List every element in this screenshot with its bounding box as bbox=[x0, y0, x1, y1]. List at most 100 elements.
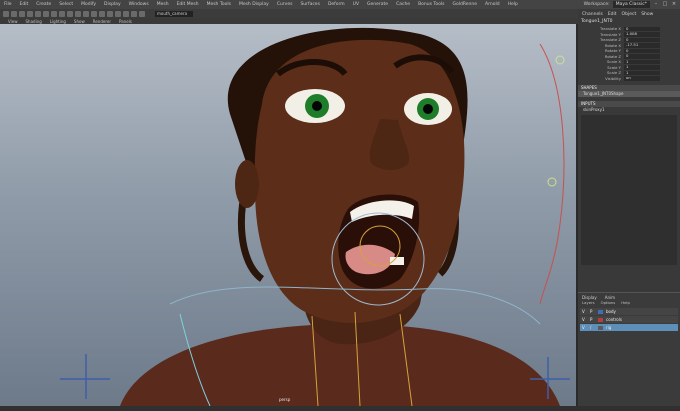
main-menubar: File Edit Create Select Modify Display W… bbox=[0, 0, 680, 9]
isolate-icon[interactable] bbox=[115, 10, 121, 17]
attr-value[interactable]: 0 bbox=[624, 48, 660, 53]
layer-menu-help[interactable]: Help bbox=[621, 300, 630, 307]
menu-mesh-tools[interactable]: Mesh Tools bbox=[207, 2, 231, 7]
layer-menu-layers[interactable]: Layers bbox=[582, 300, 595, 307]
attr-value[interactable]: -17.51 bbox=[624, 42, 660, 48]
layer-color-swatch[interactable] bbox=[598, 309, 603, 314]
attr-value[interactable]: on bbox=[624, 75, 660, 81]
playback-toggle[interactable]: P bbox=[590, 317, 595, 322]
shadow-icon[interactable] bbox=[99, 10, 105, 17]
rotate-tool-icon[interactable] bbox=[35, 10, 41, 17]
menu-mesh-display[interactable]: Mesh Display bbox=[239, 2, 269, 7]
attr-name: Rotate Z bbox=[604, 53, 621, 59]
scale-tool-icon[interactable] bbox=[43, 10, 49, 17]
locator-1 bbox=[555, 55, 565, 65]
shapes-item[interactable]: Tongue1_JNT0Shape bbox=[578, 91, 680, 97]
visibility-toggle[interactable]: V bbox=[582, 309, 587, 314]
menu-uv[interactable]: UV bbox=[353, 2, 359, 7]
menu-file[interactable]: File bbox=[4, 2, 12, 7]
panel-menu-panels[interactable]: Panels bbox=[119, 19, 132, 24]
menu-curves[interactable]: Curves bbox=[277, 2, 293, 7]
xray-icon[interactable] bbox=[107, 10, 113, 17]
red-curve bbox=[539, 43, 565, 305]
panel-menu-renderer[interactable]: Renderer bbox=[93, 19, 111, 24]
camera-field[interactable]: mouth_camera bbox=[155, 10, 193, 17]
move-tool-icon[interactable] bbox=[27, 10, 33, 17]
lasso-tool-icon[interactable] bbox=[11, 10, 17, 17]
window-controls: – □ × bbox=[653, 1, 677, 7]
attr-name: Scale Y bbox=[607, 64, 621, 70]
tab-channels[interactable]: Channels bbox=[582, 12, 603, 19]
menu-edit-mesh[interactable]: Edit Mesh bbox=[177, 2, 199, 7]
layer-row-body[interactable]: V P body bbox=[580, 308, 678, 315]
menu-select[interactable]: Select bbox=[59, 2, 73, 7]
attr-name: Visibility bbox=[605, 75, 621, 81]
layer-editor-tabs: Display Anim bbox=[578, 293, 680, 300]
texture-icon[interactable] bbox=[83, 10, 89, 17]
camera-icon[interactable] bbox=[51, 10, 57, 17]
layer-name: rig bbox=[606, 325, 612, 330]
layer-row-rig[interactable]: V / rig bbox=[580, 324, 678, 331]
minimize-icon[interactable]: – bbox=[653, 1, 659, 7]
wireframe-icon[interactable] bbox=[67, 10, 73, 17]
menu-edit[interactable]: Edit bbox=[20, 2, 29, 7]
panel-menu-view[interactable]: View bbox=[8, 19, 18, 24]
inputs-item[interactable]: skinProxy1 bbox=[578, 107, 680, 113]
close-icon[interactable]: × bbox=[671, 1, 677, 7]
grid-icon[interactable] bbox=[59, 10, 65, 17]
attr-value[interactable]: 1 bbox=[624, 59, 660, 64]
visibility-toggle[interactable]: V bbox=[582, 325, 587, 330]
menu-display[interactable]: Display bbox=[104, 2, 121, 7]
menu-surfaces[interactable]: Surfaces bbox=[300, 2, 320, 7]
layer-name: controls bbox=[606, 317, 622, 322]
visibility-toggle[interactable]: V bbox=[582, 317, 587, 322]
pupil-left bbox=[312, 101, 322, 111]
hud-icon[interactable] bbox=[139, 10, 145, 17]
panel-menu-show[interactable]: Show bbox=[74, 19, 85, 24]
layer-color-swatch[interactable] bbox=[598, 317, 603, 322]
workspace-dropdown[interactable]: Maya Classic* bbox=[612, 1, 650, 8]
select-tool-icon[interactable] bbox=[3, 10, 9, 17]
menu-mesh[interactable]: Mesh bbox=[157, 2, 169, 7]
menu-cache[interactable]: Cache bbox=[396, 2, 410, 7]
attr-name: Scale Z bbox=[606, 70, 621, 76]
menu-deform[interactable]: Deform bbox=[328, 2, 345, 7]
maximize-icon[interactable]: □ bbox=[662, 1, 668, 7]
playback-toggle[interactable]: / bbox=[590, 325, 595, 330]
layer-menu-options[interactable]: Options bbox=[601, 300, 616, 307]
lower-tooth bbox=[390, 257, 404, 265]
safe-frame-icon[interactable] bbox=[131, 10, 137, 17]
attr-name: Scale X bbox=[606, 59, 621, 65]
panel-menu-shading[interactable]: Shading bbox=[26, 19, 42, 24]
workspace-label: Workspace: bbox=[583, 2, 610, 7]
channel-box-tabs: Channels Edit Object Show bbox=[578, 9, 680, 19]
tab-show[interactable]: Show bbox=[641, 12, 653, 19]
3d-viewport[interactable]: persp bbox=[0, 24, 576, 406]
attr-value[interactable]: 1.008 bbox=[624, 31, 660, 37]
menu-create[interactable]: Create bbox=[36, 2, 51, 7]
attr-value[interactable]: 1 bbox=[624, 64, 660, 70]
layer-color-swatch[interactable] bbox=[598, 325, 603, 330]
layer-name: body bbox=[606, 309, 616, 314]
workspace-selector: Workspace: Maya Classic* bbox=[584, 1, 650, 8]
tab-object[interactable]: Object bbox=[622, 12, 637, 19]
menu-arnold[interactable]: Arnold bbox=[485, 2, 500, 7]
menu-help[interactable]: Help bbox=[508, 2, 518, 7]
attr-value[interactable]: 0 bbox=[624, 53, 660, 59]
panel-menu-lighting[interactable]: Lighting bbox=[50, 19, 66, 24]
tab-edit[interactable]: Edit bbox=[608, 12, 617, 19]
menu-bonus-tools[interactable]: Bonus Tools bbox=[418, 2, 444, 7]
layer-row-controls[interactable]: V P controls bbox=[580, 316, 678, 323]
pupil-right bbox=[423, 104, 433, 114]
paint-tool-icon[interactable] bbox=[19, 10, 25, 17]
playback-toggle[interactable]: P bbox=[590, 309, 595, 314]
menu-modify[interactable]: Modify bbox=[81, 2, 96, 7]
bottom-status-strip bbox=[0, 406, 680, 411]
menu-generate[interactable]: Generate bbox=[367, 2, 388, 7]
menu-windows[interactable]: Windows bbox=[129, 2, 149, 7]
menu-goldrenne[interactable]: GoldRenne bbox=[452, 2, 477, 7]
smooth-shade-icon[interactable] bbox=[75, 10, 81, 17]
resolution-gate-icon[interactable] bbox=[123, 10, 129, 17]
channel-box-empty-area bbox=[581, 115, 677, 265]
light-icon[interactable] bbox=[91, 10, 97, 17]
